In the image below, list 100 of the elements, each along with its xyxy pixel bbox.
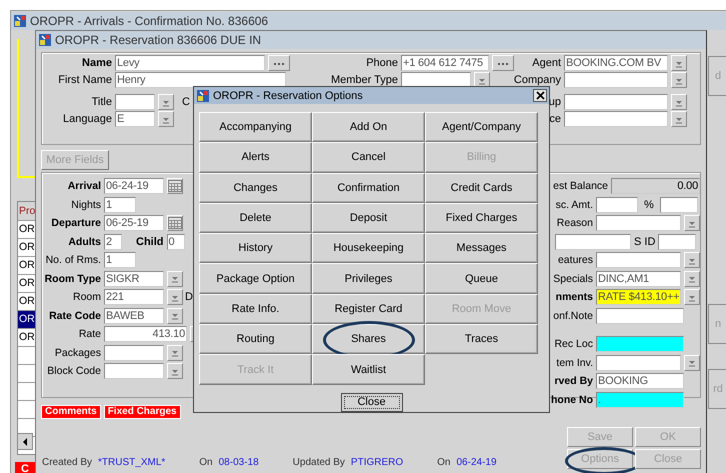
input-field[interactable]: 413.10 <box>104 326 187 342</box>
field-label: ce <box>549 113 561 125</box>
dropdown-button[interactable] <box>167 289 183 305</box>
tab[interactable]: Fixed Charges <box>104 405 181 419</box>
option-button[interactable]: Confirmation <box>312 172 425 203</box>
option-button[interactable]: Fixed Charges <box>425 202 538 234</box>
field-label: onf.Note <box>553 310 593 322</box>
option-button[interactable]: Register Card <box>312 294 425 324</box>
option-button[interactable]: Cancel <box>312 142 425 173</box>
input-field[interactable] <box>658 234 696 250</box>
dropdown-button[interactable] <box>684 215 700 231</box>
close-button[interactable] <box>533 89 547 102</box>
input-field[interactable]: BOOKING <box>596 373 684 389</box>
dropdown-button[interactable] <box>684 270 700 286</box>
dropdown-button[interactable] <box>684 252 700 268</box>
option-button[interactable]: Changes <box>199 172 312 203</box>
field-label: Name <box>82 57 112 69</box>
dropdown-button[interactable] <box>684 354 700 370</box>
input-field[interactable]: 2 <box>104 234 122 250</box>
input-field[interactable]: 1 <box>104 252 136 268</box>
info-value: PTIGRERO <box>350 457 404 468</box>
dropdown-button[interactable] <box>167 308 183 324</box>
dropdown-button[interactable] <box>158 94 174 110</box>
input-field[interactable]: E <box>115 111 155 127</box>
info-label: On <box>199 457 213 468</box>
field-label: sc. Amt. <box>556 198 593 210</box>
dropdown-button[interactable] <box>671 94 687 110</box>
option-button[interactable]: Housekeeping <box>312 233 425 264</box>
browse-button[interactable] <box>268 55 290 71</box>
calendar-button[interactable] <box>167 215 183 231</box>
input-field[interactable]: Henry <box>115 72 286 88</box>
option-button[interactable]: Waitlist <box>312 354 425 385</box>
tab[interactable]: C <box>15 462 35 473</box>
input-field[interactable]: 1 <box>104 196 136 212</box>
dropdown-button[interactable] <box>167 344 183 360</box>
input-field[interactable]: 0 <box>166 234 184 250</box>
option-button[interactable]: History <box>199 233 312 264</box>
input-field[interactable]: RATE $413.10++ <box>596 289 681 305</box>
browse-button[interactable] <box>492 55 514 71</box>
input-field[interactable] <box>596 308 684 324</box>
input-field[interactable] <box>660 196 698 212</box>
dropdown-button[interactable] <box>671 55 687 71</box>
input-field[interactable]: 06-25-19 <box>104 215 164 231</box>
window-title: OROPR - Reservation 836606 DUE IN <box>55 33 262 47</box>
option-button[interactable]: Delete <box>199 202 312 234</box>
input-field[interactable] <box>596 196 638 212</box>
option-button[interactable]: Shares <box>312 324 425 354</box>
tab[interactable]: Comments <box>41 405 101 419</box>
input-field[interactable]: DINC,AM1 <box>596 270 681 286</box>
input-field[interactable]: . <box>596 392 684 408</box>
field-label: Room <box>72 291 101 303</box>
dropdown-button[interactable] <box>167 363 183 379</box>
input-field[interactable] <box>596 336 684 352</box>
input-field[interactable] <box>555 234 631 250</box>
input-field[interactable]: BOOKING.COM BV <box>564 55 668 71</box>
dropdown-button[interactable] <box>671 72 687 88</box>
input-field[interactable]: 0.00 <box>611 178 700 194</box>
dropdown-button[interactable] <box>167 270 183 286</box>
input-field[interactable] <box>564 94 668 110</box>
option-button[interactable]: Traces <box>425 324 538 354</box>
left-arrow-icon <box>22 438 28 446</box>
option-button[interactable]: Privileges <box>312 263 425 294</box>
input-field[interactable] <box>104 363 164 379</box>
calendar-button[interactable] <box>167 178 183 194</box>
input-field[interactable] <box>596 354 681 370</box>
input-field[interactable] <box>596 215 681 231</box>
input-field[interactable] <box>104 344 164 360</box>
option-button[interactable]: Package Option <box>199 263 312 294</box>
input-field[interactable] <box>596 252 681 268</box>
option-button[interactable]: Alerts <box>199 142 312 173</box>
field-label: Language <box>63 113 112 125</box>
option-button[interactable]: Messages <box>425 233 538 264</box>
option-button[interactable]: Accompanying <box>199 112 312 142</box>
field-label: Block Code <box>47 365 101 377</box>
option-button[interactable]: Agent/Company <box>425 112 538 142</box>
info-label: On <box>437 457 450 468</box>
input-field[interactable] <box>564 72 668 88</box>
option-button[interactable]: Queue <box>425 263 538 294</box>
down-arrow-icon <box>171 348 179 357</box>
input-field[interactable]: 06-24-19 <box>104 178 164 194</box>
input-field[interactable]: SIGKR <box>104 270 164 286</box>
input-field[interactable]: 221 <box>104 289 164 305</box>
option-button[interactable]: Add On <box>312 112 425 142</box>
input-field[interactable]: +1 604 612 7475 <box>401 55 489 71</box>
input-field[interactable]: BAWEB <box>104 308 164 324</box>
option-button[interactable]: Rate Info. <box>199 294 312 324</box>
list-row[interactable]: OR <box>18 310 35 328</box>
field-label: Rec Loc <box>554 338 593 350</box>
dropdown-button[interactable] <box>671 111 687 127</box>
close-button[interactable]: Close <box>340 392 402 412</box>
option-button[interactable]: Deposit <box>312 202 425 234</box>
option-button[interactable]: Credit Cards <box>425 172 538 203</box>
scroll-left-button[interactable] <box>17 433 33 450</box>
input-field[interactable]: Levy <box>115 55 265 71</box>
window-title: OROPR - Arrivals - Confirmation No. 836606 <box>30 14 268 28</box>
input-field[interactable] <box>564 111 668 127</box>
input-field[interactable] <box>115 94 155 110</box>
option-button[interactable]: Routing <box>199 324 312 354</box>
dropdown-button[interactable] <box>684 289 700 305</box>
dropdown-button[interactable] <box>158 111 174 127</box>
